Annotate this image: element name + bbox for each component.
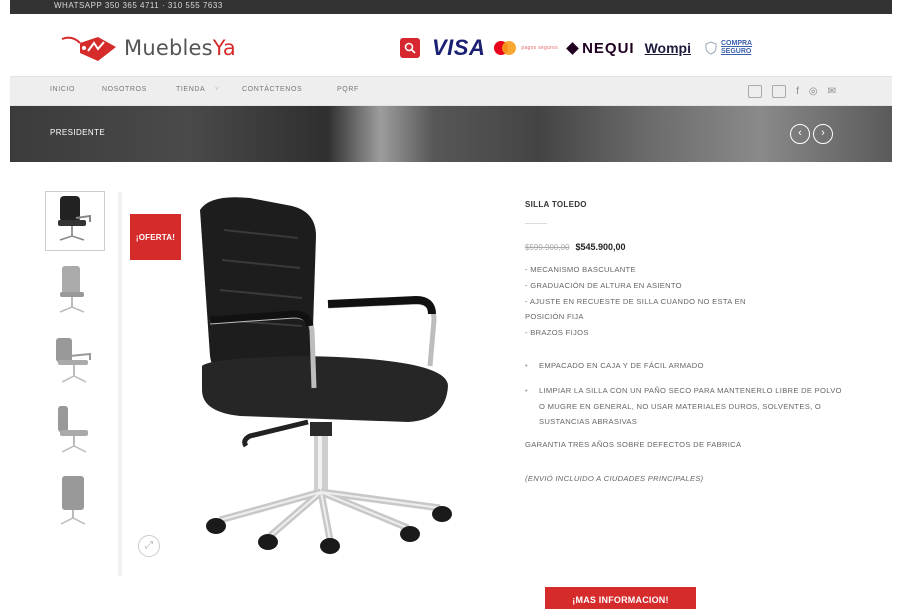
- email-icon[interactable]: ✉: [828, 86, 836, 97]
- product-main-image[interactable]: [180, 190, 460, 570]
- mastercard-icon: [494, 41, 517, 55]
- nav-item-inicio[interactable]: INICIO: [50, 86, 75, 93]
- prev-product-button[interactable]: ‹: [790, 124, 810, 144]
- site-logo[interactable]: MueblesYa: [58, 28, 236, 68]
- search-icon: [404, 42, 416, 54]
- nav-item-contactenos[interactable]: CONTÁCTENOS: [242, 86, 302, 93]
- chair-thumbnail-icon: [58, 406, 88, 453]
- product-price: $599.900,00 $545.900,00: [525, 242, 845, 252]
- compra-segura-badge: COMPRA SEGURO: [720, 40, 753, 55]
- top-bar: WHATSAPP 350 365 4711 · 310 555 7633: [10, 0, 892, 14]
- shipping-text: (ENVIÓ INCLUIDO A CIUDADES PRINCIPALES): [525, 474, 704, 484]
- chair-thumbnail-icon: [60, 476, 86, 525]
- product-info: SILLA TOLEDO $599.900,00 $545.900,00 - M…: [525, 200, 845, 483]
- guarantee-text: GARANTIA TRES AÑOS SOBRE DEFECTOS DE FAB…: [525, 440, 742, 450]
- bullet-item: • EMPACADO EN CAJA Y DE FÁCIL ARMADO: [525, 360, 704, 370]
- nav-item-tienda[interactable]: TIENDA: [176, 86, 205, 93]
- nav-item-pqrf[interactable]: PQRF: [337, 86, 359, 93]
- price-tag-icon: [61, 36, 116, 61]
- nav-icons: f ◎ ✉: [748, 85, 836, 98]
- thumbnail-gallery: [45, 191, 113, 541]
- nequi-logo: NEQUI: [566, 40, 635, 57]
- pse-logo: pagos seguros: [521, 45, 559, 51]
- cart-icon[interactable]: [748, 85, 763, 98]
- logo-text: MueblesYa: [124, 36, 236, 60]
- title-divider: [525, 223, 547, 224]
- facebook-icon[interactable]: f: [796, 86, 799, 97]
- nequi-diamond-icon: [566, 41, 579, 55]
- search-button[interactable]: [400, 38, 420, 58]
- sale-badge: ¡OFERTA!: [130, 214, 181, 260]
- shield-icon: [705, 41, 717, 55]
- next-product-button[interactable]: ›: [813, 124, 833, 144]
- bullet-list: • EMPACADO EN CAJA Y DE FÁCIL ARMADO • LIM…: [525, 358, 845, 430]
- chair-thumbnail-icon: [58, 196, 91, 241]
- sale-price: $545.900,00: [575, 242, 626, 252]
- old-price: $599.900,00: [525, 242, 570, 252]
- thumbnail-1[interactable]: [45, 191, 105, 251]
- wompi-logo: Wompi: [644, 40, 691, 56]
- account-icon[interactable]: [772, 85, 787, 98]
- bullet-item: • LIMPIAR LA SILLA CON UN PAÑO SECO PARA …: [525, 385, 842, 427]
- payment-methods: VISA pagos seguros NEQUI Wompi COMPRA SE…: [400, 34, 752, 62]
- chevron-down-icon: ˅: [215, 86, 220, 93]
- instagram-icon[interactable]: ◎: [809, 86, 818, 97]
- visa-logo: VISA: [432, 35, 486, 60]
- thumbnail-scrollbar[interactable]: [118, 192, 122, 576]
- zoom-icon[interactable]: ⤢: [138, 535, 160, 557]
- thumbnail-3[interactable]: [45, 331, 105, 391]
- chair-thumbnail-icon: [56, 338, 91, 383]
- feature-list: - MECANISMO BASCULANTE - GRADUACIÓN DE A…: [525, 262, 845, 341]
- chair-thumbnail-icon: [59, 266, 85, 313]
- main-nav: INICIO NOSOTROS TIENDA ˅ CONTÁCTENOS PQR…: [10, 76, 892, 106]
- category-banner: PRESIDENTE ‹ ›: [10, 106, 892, 162]
- product-title: SILLA TOLEDO: [525, 200, 587, 209]
- feature-line: - GRADUACIÓN DE ALTURA EN ASIENTO: [525, 280, 682, 290]
- feature-line: - BRAZOS FIJOS: [525, 328, 589, 338]
- more-info-button[interactable]: ¡MAS INFORMACION!: [545, 587, 696, 609]
- banner-title: PRESIDENTE: [50, 128, 106, 137]
- thumbnail-5[interactable]: [45, 471, 105, 531]
- thumbnail-2[interactable]: [45, 261, 105, 321]
- thumbnail-4[interactable]: [45, 401, 105, 461]
- feature-line: - MECANISMO BASCULANTE: [525, 265, 636, 274]
- feature-line: - AJUSTE EN RECUESTE DE SILLA CUANDO NO …: [525, 296, 746, 306]
- nav-item-nosotros[interactable]: NOSOTROS: [102, 86, 147, 93]
- feature-line: POSICIÓN FIJA: [525, 312, 584, 322]
- topbar-text: WHATSAPP 350 365 4711 · 310 555 7633: [54, 1, 223, 10]
- site-header: MueblesYa VISA pagos seguros NEQUI Wompi…: [10, 14, 892, 76]
